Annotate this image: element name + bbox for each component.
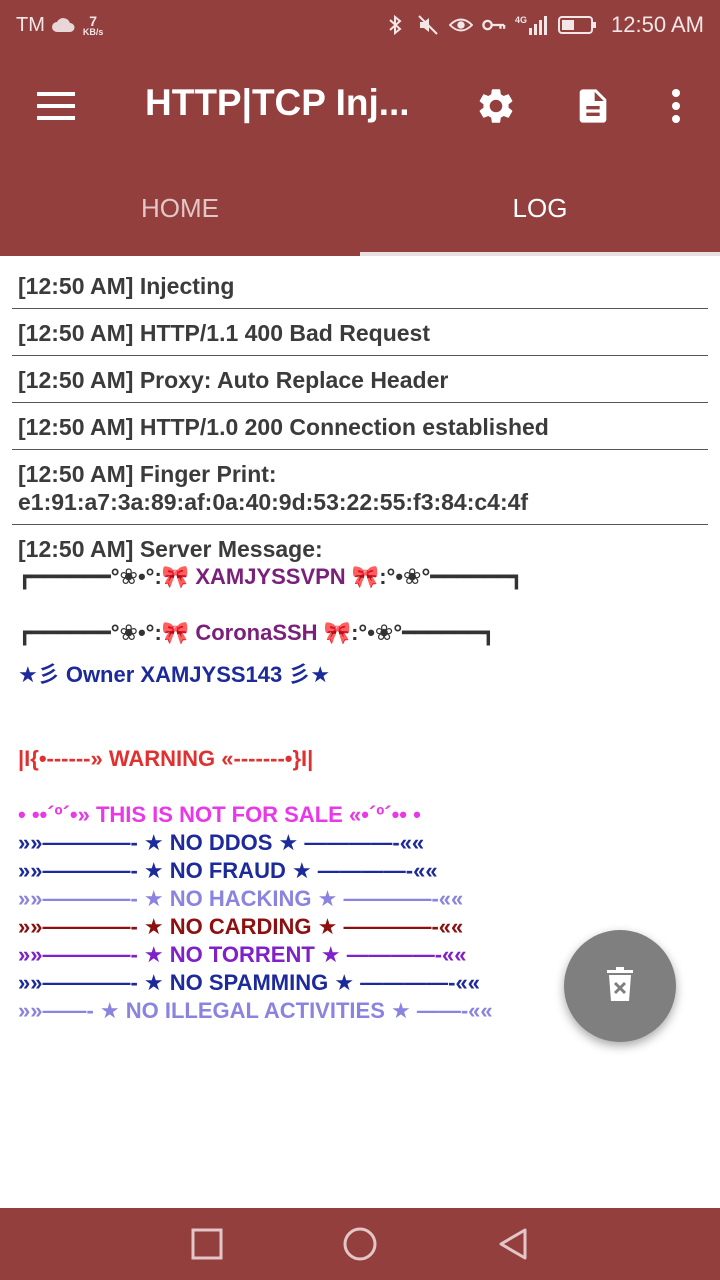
circle-icon bbox=[343, 1227, 377, 1261]
gear-icon[interactable] bbox=[470, 78, 522, 134]
square-icon bbox=[191, 1228, 223, 1260]
not-for-sale-line: • ••´º´•» THIS IS NOT FOR SALE «•´º´•• • bbox=[18, 802, 421, 827]
status-left: TM 7 KB/s bbox=[16, 13, 103, 37]
eye-icon bbox=[449, 13, 474, 37]
hamburger-icon[interactable] bbox=[28, 78, 84, 134]
network-speed: 7 KB/s bbox=[83, 14, 104, 37]
app-toolbar: HTTP|TCP Inj... bbox=[0, 50, 720, 160]
home-button[interactable] bbox=[330, 1214, 390, 1274]
log-entry: [12:50 AM] Injecting bbox=[12, 262, 708, 309]
log-entry: [12:50 AM] Finger Print: e1:91:a7:3a:89:… bbox=[12, 450, 708, 525]
rule-line: »»————- ★ NO DDOS ★ ————-«« bbox=[18, 830, 425, 855]
tab-bar: HOME LOG bbox=[0, 160, 720, 256]
rule-line: »»————- ★ NO HACKING ★ ————-«« bbox=[18, 886, 464, 911]
document-icon[interactable] bbox=[567, 78, 619, 134]
log-entry: [12:50 AM] HTTP/1.0 200 Connection estab… bbox=[12, 403, 708, 450]
clear-log-button[interactable] bbox=[564, 930, 676, 1042]
key-icon bbox=[482, 13, 506, 37]
log-entry: [12:50 AM] HTTP/1.1 400 Bad Request bbox=[12, 309, 708, 356]
banner-name: XAMJYSSVPN bbox=[195, 564, 346, 589]
ribbon-icon: 🎀 bbox=[323, 620, 352, 645]
battery-icon bbox=[558, 13, 598, 37]
more-vertical-icon[interactable] bbox=[650, 78, 702, 134]
back-triangle-icon bbox=[499, 1228, 527, 1260]
server-message-header: [12:50 AM] Server Message: bbox=[18, 536, 323, 562]
mute-icon bbox=[416, 13, 440, 37]
back-button[interactable] bbox=[483, 1214, 543, 1274]
banner-right: :°•❀°━━━━━━┓ bbox=[351, 620, 495, 645]
app-title: HTTP|TCP Inj... bbox=[145, 82, 410, 123]
signal-icon: 4G bbox=[515, 13, 549, 37]
banner-right: :°•❀°━━━━━━┓ bbox=[379, 564, 524, 589]
banner-left: ┏━━━━━━°❀•°: bbox=[18, 620, 162, 645]
status-right: 4G 12:50 AM bbox=[383, 12, 704, 38]
carrier-label: TM bbox=[16, 13, 45, 36]
system-nav-bar bbox=[0, 1208, 720, 1280]
bluetooth-icon bbox=[383, 13, 407, 37]
ribbon-icon: 🎀 bbox=[161, 620, 190, 645]
clock: 12:50 AM bbox=[611, 12, 704, 37]
ribbon-icon: 🎀 bbox=[351, 564, 380, 589]
speed-unit: KB/s bbox=[82, 26, 104, 37]
rule-line: »»————- ★ NO FRAUD ★ ————-«« bbox=[18, 858, 438, 883]
warning-line: |I{•------» WARNING «-------•}I| bbox=[18, 746, 314, 771]
status-bar: TM 7 KB/s 4G 12:50 AM bbox=[0, 0, 720, 50]
cloud-icon bbox=[51, 13, 75, 37]
speed-value: 7 bbox=[89, 12, 98, 29]
ribbon-icon: 🎀 bbox=[161, 564, 190, 589]
tab-home[interactable]: HOME bbox=[0, 160, 360, 256]
banner-coronassh: ┏━━━━━━°❀•°:🎀 CoronaSSH 🎀:°•❀°━━━━━━┓ bbox=[18, 619, 702, 647]
owner-line: ★彡 Owner XAMJYSS143 彡★ bbox=[18, 662, 331, 687]
banner-xamjyssvpn: ┏━━━━━━°❀•°:🎀 XAMJYSSVPN 🎀:°•❀°━━━━━━┓ bbox=[18, 563, 702, 591]
network-type-label: 4G bbox=[515, 15, 527, 25]
tab-log[interactable]: LOG bbox=[360, 160, 720, 256]
recents-button[interactable] bbox=[177, 1214, 237, 1274]
banner-left: ┏━━━━━━°❀•°: bbox=[18, 564, 162, 589]
trash-icon bbox=[604, 966, 636, 1007]
banner-name: CoronaSSH bbox=[195, 620, 318, 645]
log-entry: [12:50 AM] Proxy: Auto Replace Header bbox=[12, 356, 708, 403]
